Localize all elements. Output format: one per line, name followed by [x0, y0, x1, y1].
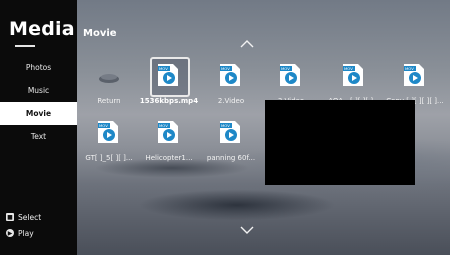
svg-text:MOV: MOV: [344, 66, 353, 71]
sidebar-nav: Photos Music Movie Text: [0, 56, 77, 148]
svg-text:MOV: MOV: [221, 123, 230, 128]
item-label: Helicopter1...: [145, 154, 193, 162]
circle-button-icon: ▶: [6, 229, 14, 237]
hint-play-label: Play: [18, 228, 34, 238]
video-preview: [265, 100, 415, 185]
list-item-file[interactable]: MOV 2.Video: [199, 60, 263, 106]
item-label: panning 60f...: [206, 154, 256, 162]
mov-file-icon: MOV: [220, 121, 240, 143]
svg-text:MOV: MOV: [159, 123, 168, 128]
hint-select-label: Select: [18, 212, 42, 222]
mov-file-icon: MOV: [404, 64, 424, 86]
sidebar-item-music[interactable]: Music: [0, 79, 77, 102]
mov-file-icon: MOV: [343, 64, 363, 86]
key-hints: ■ Select ▶ Play: [6, 209, 41, 241]
item-label: Return: [97, 97, 121, 105]
square-button-icon: ■: [6, 213, 14, 221]
app-title: Media: [9, 18, 75, 40]
mov-file-icon: MOV: [220, 64, 240, 86]
svg-text:MOV: MOV: [405, 66, 414, 71]
sidebar-item-text[interactable]: Text: [0, 125, 77, 148]
svg-text:MOV: MOV: [221, 66, 230, 71]
list-item-file[interactable]: MOV Helicopter1...: [137, 117, 201, 163]
svg-text:MOV: MOV: [159, 66, 168, 71]
sidebar: Media Photos Music Movie Text ■ Select ▶…: [0, 0, 77, 255]
mov-file-icon: MOV: [158, 121, 178, 143]
section-title: Movie: [83, 28, 117, 39]
svg-text:MOV: MOV: [99, 123, 108, 128]
hint-play: ▶ Play: [6, 225, 41, 241]
sidebar-item-photos[interactable]: Photos: [0, 56, 77, 79]
mov-file-icon: MOV: [98, 121, 118, 143]
item-label: GT[ ]_5[ ][ ]...: [85, 154, 133, 162]
list-item-return[interactable]: Return: [77, 60, 141, 106]
svg-text:MOV: MOV: [281, 66, 290, 71]
hint-select: ■ Select: [6, 209, 41, 225]
list-item-file[interactable]: MOV GT[ ]_5[ ][ ]...: [77, 117, 141, 163]
list-item-file[interactable]: MOV 1536kbps.mp4: [137, 57, 201, 106]
item-label: 2.Video: [217, 97, 245, 105]
mov-file-icon: MOV: [158, 64, 178, 86]
chevron-up-icon[interactable]: [240, 40, 254, 48]
title-underline: [15, 45, 35, 47]
item-label: 1536kbps.mp4: [139, 97, 199, 105]
sidebar-item-movie[interactable]: Movie: [0, 102, 77, 125]
mov-file-icon: MOV: [280, 64, 300, 86]
list-item-file[interactable]: MOV panning 60f...: [199, 117, 263, 163]
chevron-down-icon[interactable]: [240, 226, 254, 234]
return-icon: [99, 74, 119, 83]
